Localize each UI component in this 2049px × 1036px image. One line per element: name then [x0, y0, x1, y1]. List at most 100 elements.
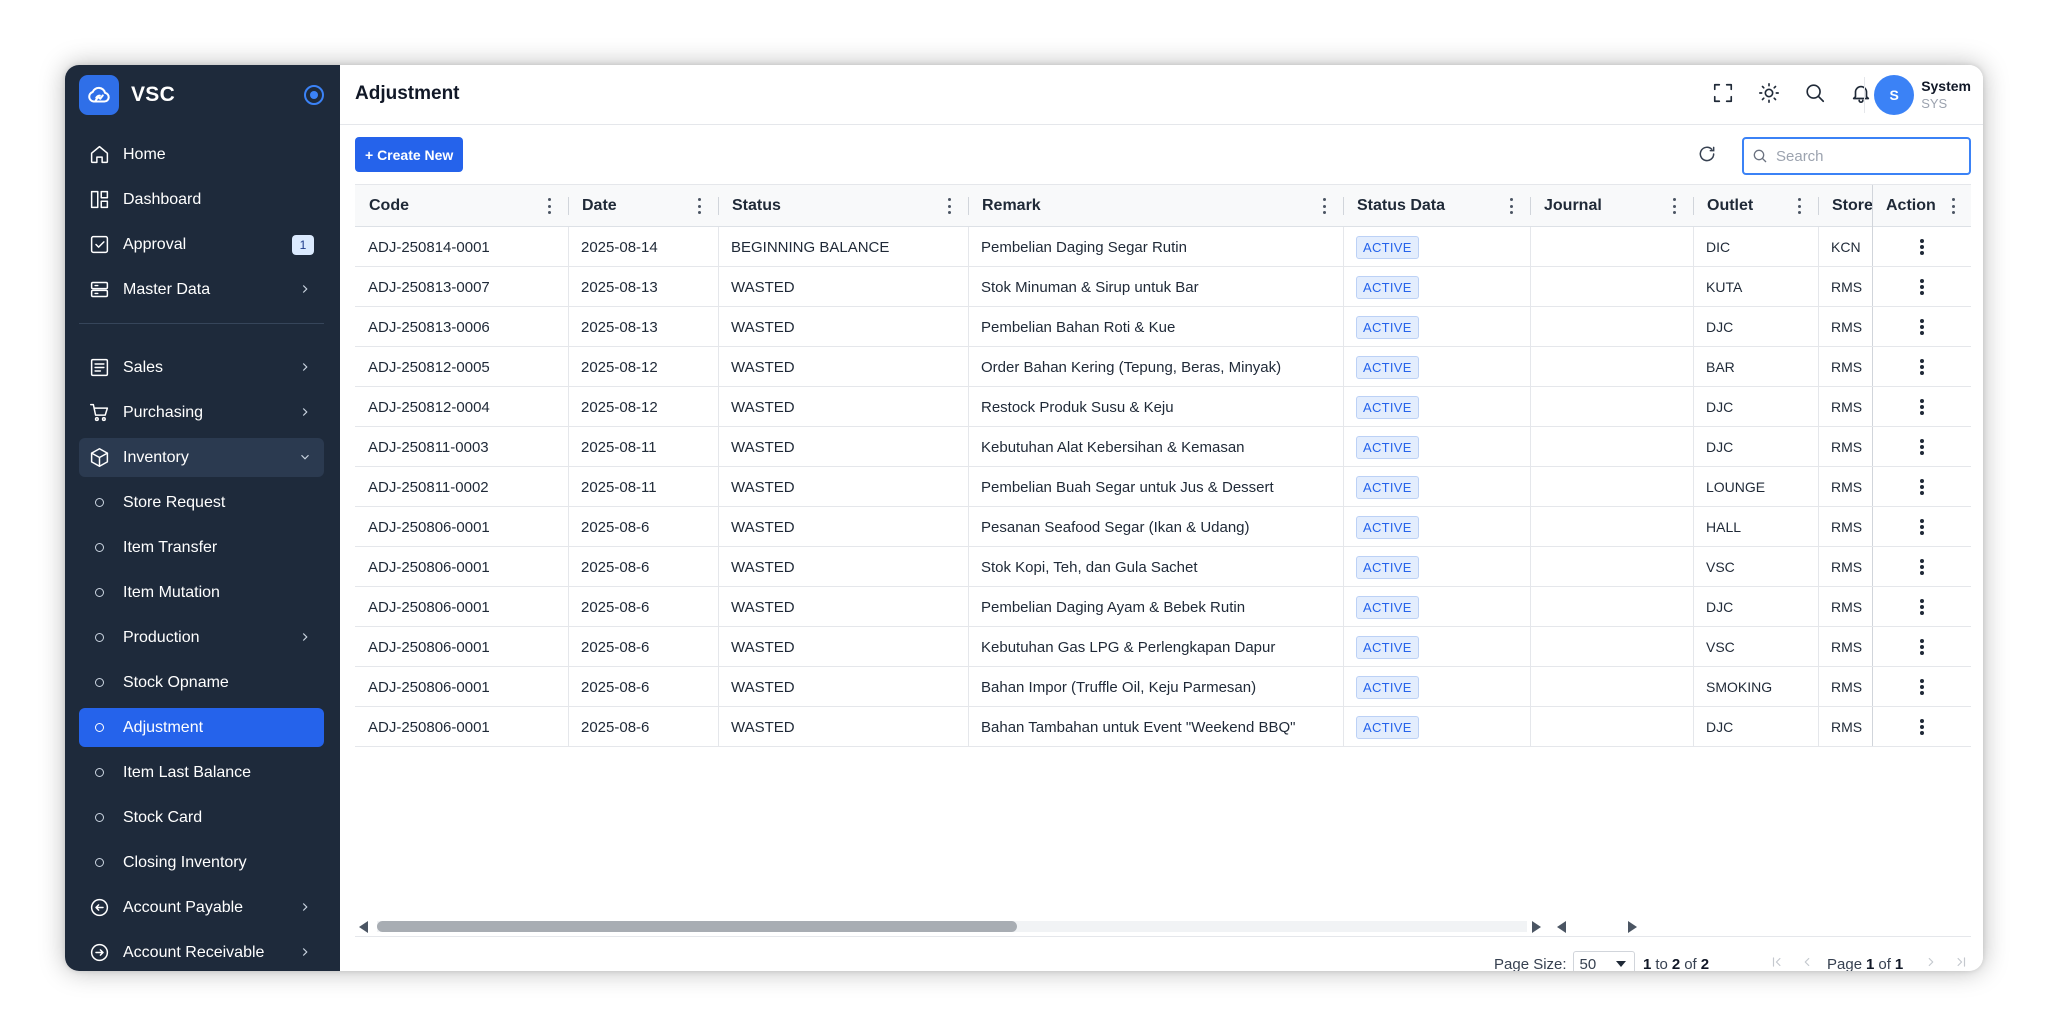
column-resize-handle[interactable]: [1818, 197, 1819, 215]
row-action-menu-icon[interactable]: [1912, 597, 1932, 617]
table-row[interactable]: ADJ-250806-0001 2025-08-6 WASTED Bahan Impo…: [355, 667, 1971, 707]
row-action-menu-icon[interactable]: [1912, 717, 1932, 737]
page-size-select[interactable]: 50: [1572, 951, 1635, 971]
pinned-scrollbar[interactable]: [1553, 916, 1643, 934]
row-action-menu-icon[interactable]: [1912, 437, 1932, 457]
column-menu-icon[interactable]: [1321, 198, 1327, 214]
table-row[interactable]: ADJ-250814-0001 2025-08-14 BEGINNING BALAN…: [355, 227, 1971, 267]
column-header-journal[interactable]: Journal: [1530, 185, 1693, 227]
row-action-menu-icon[interactable]: [1912, 357, 1932, 377]
table-row[interactable]: ADJ-250811-0002 2025-08-11 WASTED Pembelian…: [355, 467, 1971, 507]
cell-remark: Stok Kopi, Teh, dan Gula Sachet: [981, 558, 1198, 576]
sidebar-item-label: Closing Inventory: [123, 853, 247, 871]
row-action-menu-icon[interactable]: [1912, 277, 1932, 297]
sidebar-item-adjustment[interactable]: Adjustment: [79, 708, 324, 747]
column-resize-handle[interactable]: [1530, 197, 1531, 215]
sidebar-item-account-payable[interactable]: Account Payable: [79, 888, 324, 927]
last-page-icon[interactable]: [1951, 951, 1971, 971]
sidebar-item-home[interactable]: Home: [79, 135, 324, 174]
row-action-menu-icon[interactable]: [1912, 637, 1932, 657]
sidebar-collapse-toggle[interactable]: [304, 85, 324, 105]
table-row[interactable]: ADJ-250812-0004 2025-08-12 WASTED Restock P…: [355, 387, 1971, 427]
sidebar-item-sales[interactable]: Sales: [79, 348, 324, 387]
sidebar-item-production[interactable]: Production: [79, 618, 324, 657]
table-row[interactable]: ADJ-250806-0001 2025-08-6 WASTED Pesanan Se…: [355, 507, 1971, 547]
column-resize-handle[interactable]: [1343, 197, 1344, 215]
column-header-action[interactable]: Action: [1872, 185, 1972, 227]
search-icon[interactable]: [1803, 81, 1827, 105]
horizontal-scrollbar[interactable]: [355, 916, 1550, 934]
sidebar-item-stock-card[interactable]: Stock Card: [79, 798, 324, 837]
table-row[interactable]: ADJ-250811-0003 2025-08-11 WASTED Kebutuhan…: [355, 427, 1971, 467]
scroll-thumb[interactable]: [377, 921, 1017, 932]
table-row[interactable]: ADJ-250806-0001 2025-08-6 WASTED Kebutuhan …: [355, 627, 1971, 667]
cell-outlet: KUTA: [1706, 279, 1743, 295]
sidebar-item-approval[interactable]: Approval 1: [79, 225, 324, 264]
sidebar-item-inventory[interactable]: Inventory: [79, 438, 324, 477]
sidebar-item-store-request[interactable]: Store Request: [79, 483, 324, 522]
sidebar-item-master-data[interactable]: Master Data: [79, 270, 324, 309]
column-resize-handle[interactable]: [718, 197, 719, 215]
sidebar-item-stock-opname[interactable]: Stock Opname: [79, 663, 324, 702]
column-header-status[interactable]: Status: [718, 185, 968, 227]
row-action-menu-icon[interactable]: [1912, 557, 1932, 577]
sales-icon: [87, 356, 111, 380]
table-row[interactable]: ADJ-250806-0001 2025-08-6 WASTED Bahan Tamb…: [355, 707, 1971, 747]
scroll-left-icon[interactable]: [359, 921, 368, 933]
row-action-menu-icon[interactable]: [1912, 517, 1932, 537]
scroll-left-icon[interactable]: [1557, 921, 1566, 933]
row-action-menu-icon[interactable]: [1912, 397, 1932, 417]
sidebar-item-account-receivable[interactable]: Account Receivable: [79, 933, 324, 971]
sidebar-item-item-mutation[interactable]: Item Mutation: [79, 573, 324, 612]
cell-outlet: SMOKING: [1706, 679, 1773, 695]
column-menu-icon[interactable]: [1796, 198, 1802, 214]
column-menu-icon[interactable]: [946, 198, 952, 214]
row-action-menu-icon[interactable]: [1912, 237, 1932, 257]
column-menu-icon[interactable]: [1950, 198, 1956, 214]
sidebar-item-dashboard[interactable]: Dashboard: [79, 180, 324, 219]
scroll-right-icon[interactable]: [1532, 921, 1541, 933]
user-menu[interactable]: S System SYS: [1864, 75, 1971, 115]
search-input[interactable]: [1776, 147, 1956, 165]
previous-page-icon[interactable]: [1797, 951, 1817, 971]
first-page-icon[interactable]: [1767, 951, 1787, 971]
column-header-remark[interactable]: Remark: [968, 185, 1343, 227]
table-row[interactable]: ADJ-250806-0001 2025-08-6 WASTED Stok Kopi,…: [355, 547, 1971, 587]
brand[interactable]: VSC: [79, 75, 175, 115]
row-action-menu-icon[interactable]: [1912, 677, 1932, 697]
sidebar-item-item-last-balance[interactable]: Item Last Balance: [79, 753, 324, 792]
column-header-store[interactable]: Store: [1818, 185, 1872, 227]
column-resize-handle[interactable]: [968, 197, 969, 215]
scroll-right-icon[interactable]: [1628, 921, 1637, 933]
refresh-icon[interactable]: [1697, 144, 1719, 166]
column-menu-icon[interactable]: [1508, 198, 1514, 214]
column-header-code[interactable]: Code: [355, 185, 568, 227]
table-row[interactable]: ADJ-250812-0005 2025-08-12 WASTED Order Bah…: [355, 347, 1971, 387]
cell-remark: Pembelian Daging Ayam & Bebek Rutin: [981, 598, 1246, 616]
table-row[interactable]: ADJ-250813-0006 2025-08-13 WASTED Pembelian…: [355, 307, 1971, 347]
sidebar-item-item-transfer[interactable]: Item Transfer: [79, 528, 324, 567]
table-row[interactable]: ADJ-250806-0001 2025-08-6 WASTED Pembelian …: [355, 587, 1971, 627]
cell-remark: Order Bahan Kering (Tepung, Beras, Minya…: [981, 358, 1282, 376]
bell-icon[interactable]: [1849, 81, 1873, 105]
chevron-right-icon: [298, 360, 312, 374]
fullscreen-icon[interactable]: [1711, 81, 1735, 105]
create-new-button[interactable]: + Create New: [355, 137, 464, 172]
sun-icon[interactable]: [1757, 81, 1781, 105]
column-menu-icon[interactable]: [696, 198, 702, 214]
column-menu-icon[interactable]: [546, 198, 552, 214]
search-icon: [1753, 149, 1767, 163]
next-page-icon[interactable]: [1921, 951, 1941, 971]
row-action-menu-icon[interactable]: [1912, 477, 1932, 497]
caret-down-icon: [1615, 961, 1626, 967]
row-action-menu-icon[interactable]: [1912, 317, 1932, 337]
column-resize-handle[interactable]: [568, 197, 569, 215]
of-word: of: [1878, 955, 1891, 972]
column-menu-icon[interactable]: [1671, 198, 1677, 214]
sidebar-item-closing-inventory[interactable]: Closing Inventory: [79, 843, 324, 882]
column-header-status-data[interactable]: Status Data: [1343, 185, 1530, 227]
sidebar-item-label: Dashboard: [123, 190, 202, 208]
column-resize-handle[interactable]: [1693, 197, 1694, 215]
sidebar-item-purchasing[interactable]: Purchasing: [79, 393, 324, 432]
table-row[interactable]: ADJ-250813-0007 2025-08-13 WASTED Stok Minu…: [355, 267, 1971, 307]
